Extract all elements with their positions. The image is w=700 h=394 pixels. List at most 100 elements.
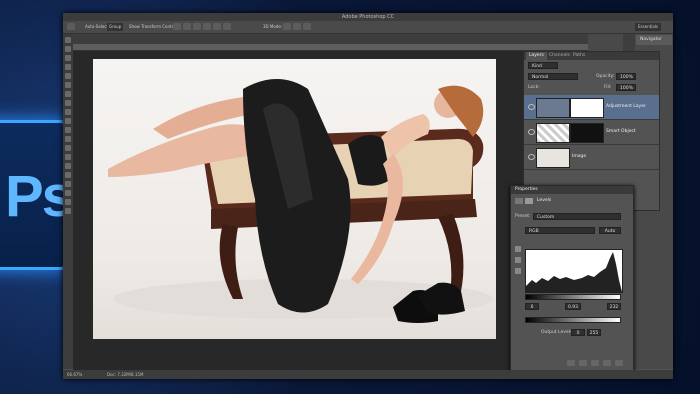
align-icon[interactable] — [203, 23, 211, 30]
show-transform-checkbox[interactable]: Show Transform Controls — [129, 23, 179, 31]
shape-tool-icon[interactable] — [65, 190, 71, 196]
status-bar: 66.67% Doc: 7.32M/8.15M — [63, 370, 673, 379]
gradient-tool-icon[interactable] — [65, 136, 71, 142]
preset-dropdown[interactable]: Custom — [533, 213, 621, 220]
eyedropper-icon[interactable] — [515, 268, 521, 274]
image-thumbnail — [536, 148, 570, 168]
align-icon[interactable] — [183, 23, 191, 30]
eye-icon[interactable] — [528, 104, 535, 110]
document-photo — [93, 59, 496, 339]
eraser-tool-icon[interactable] — [65, 127, 71, 133]
layers-panel-tabs: Layers Channels Paths — [524, 52, 659, 60]
tab-channels[interactable]: Channels — [546, 52, 573, 60]
histogram-graph — [526, 252, 622, 292]
output-levels-label: Output Levels: — [541, 330, 574, 335]
hand-tool-icon[interactable] — [65, 199, 71, 205]
blend-mode-dropdown[interactable]: Normal — [528, 73, 578, 80]
output-high-field[interactable]: 255 — [587, 329, 601, 336]
blur-tool-icon[interactable] — [65, 145, 71, 151]
zoom-tool-icon[interactable] — [65, 208, 71, 214]
layer-filter-dropdown[interactable]: Kind — [528, 62, 558, 69]
options-bar: Auto-Select: Group Show Transform Contro… — [63, 21, 673, 34]
brush-tool-icon[interactable] — [65, 100, 71, 106]
levels-icon — [536, 98, 570, 118]
output-slider[interactable] — [525, 317, 621, 323]
distribute-icon[interactable] — [223, 23, 231, 30]
fill-label: Fill: — [604, 85, 612, 90]
eyedropper-icon[interactable] — [515, 257, 521, 263]
auto-select-dropdown[interactable]: Group — [107, 23, 124, 31]
quick-select-tool-icon[interactable] — [65, 64, 71, 70]
clip-to-layer-icon[interactable] — [567, 360, 575, 366]
mask-icon[interactable] — [525, 198, 533, 204]
type-tool-icon[interactable] — [65, 172, 71, 178]
3d-pan-icon[interactable] — [303, 23, 311, 30]
stamp-tool-icon[interactable] — [65, 109, 71, 115]
eye-icon[interactable] — [528, 154, 535, 160]
distribute-icon[interactable] — [213, 23, 221, 30]
trash-icon[interactable] — [615, 360, 623, 366]
3d-roll-icon[interactable] — [293, 23, 301, 30]
align-icon[interactable] — [173, 23, 181, 30]
3d-mode-label: 3D Mode: — [263, 24, 283, 29]
properties-panel: Properties Levels Preset: Custom RGB Aut… — [510, 185, 634, 371]
input-shadow-field[interactable]: 6 — [525, 303, 539, 310]
eye-icon[interactable] — [528, 129, 535, 135]
view-previous-icon[interactable] — [579, 360, 587, 366]
crop-tool-icon[interactable] — [65, 73, 71, 79]
lasso-tool-icon[interactable] — [65, 55, 71, 61]
layer-name: Adjustment Layer — [606, 104, 646, 109]
auto-select-label: Auto-Select: — [85, 24, 110, 29]
channel-dropdown[interactable]: RGB — [525, 227, 595, 234]
input-highlight-field[interactable]: 232 — [607, 303, 621, 310]
photo-illustration — [108, 79, 493, 323]
canvas-area[interactable] — [73, 51, 578, 371]
tab-paths[interactable]: Paths — [570, 52, 588, 60]
input-slider[interactable] — [525, 294, 621, 300]
input-midtone-field[interactable]: 0.93 — [565, 303, 581, 310]
navigator-tab[interactable]: Navigator — [636, 35, 672, 45]
move-tool-icon[interactable] — [65, 37, 71, 43]
zoom-readout[interactable]: 66.67% — [67, 371, 82, 378]
3d-rotate-icon[interactable] — [283, 23, 291, 30]
smart-object-thumbnail — [536, 123, 570, 143]
history-brush-icon[interactable] — [65, 118, 71, 124]
photoshop-window: Adobe Photoshop CC Auto-Select: Group Sh… — [63, 13, 673, 379]
fill-field[interactable]: 100% — [616, 84, 636, 91]
workspace-switcher[interactable]: Essentials — [635, 23, 662, 31]
document-tab[interactable] — [73, 34, 588, 44]
app-title: Adobe Photoshop CC — [341, 14, 395, 20]
eyedropper-tool-icon[interactable] — [65, 82, 71, 88]
doc-size-readout: Doc: 7.32M/8.15M — [107, 372, 144, 377]
reset-icon[interactable] — [591, 360, 599, 366]
dodge-tool-icon[interactable] — [65, 154, 71, 160]
layer-row[interactable]: Image — [524, 145, 659, 170]
healing-tool-icon[interactable] — [65, 91, 71, 97]
auto-button[interactable]: Auto — [599, 227, 621, 234]
pen-tool-icon[interactable] — [65, 163, 71, 169]
eyedropper-icon[interactable] — [515, 246, 521, 252]
tab-layers[interactable]: Layers — [526, 52, 547, 60]
path-select-icon[interactable] — [65, 181, 71, 187]
ps-logo-icon: Ps — [0, 120, 74, 270]
layer-row[interactable]: Adjustment Layer — [524, 95, 659, 120]
opacity-label: Opacity: — [596, 74, 615, 79]
tools-panel — [63, 34, 73, 369]
opacity-field[interactable]: 100% — [616, 73, 636, 80]
visibility-icon[interactable] — [603, 360, 611, 366]
title-bar: Adobe Photoshop CC — [63, 13, 673, 30]
properties-tab[interactable]: Properties — [511, 186, 633, 194]
marquee-tool-icon[interactable] — [65, 46, 71, 52]
adjustment-title: Levels — [537, 198, 552, 203]
mask-thumbnail[interactable] — [570, 98, 604, 118]
layer-name: Image — [572, 154, 587, 159]
move-tool-icon[interactable] — [67, 23, 75, 30]
layer-row[interactable]: Smart Object — [524, 120, 659, 145]
align-icon[interactable] — [193, 23, 201, 30]
horizontal-ruler — [73, 44, 588, 51]
levels-icon — [515, 198, 523, 204]
lock-label: Lock: — [528, 85, 540, 90]
output-low-field[interactable]: 0 — [571, 329, 585, 336]
mask-thumbnail[interactable] — [570, 123, 604, 143]
histogram — [525, 249, 623, 293]
